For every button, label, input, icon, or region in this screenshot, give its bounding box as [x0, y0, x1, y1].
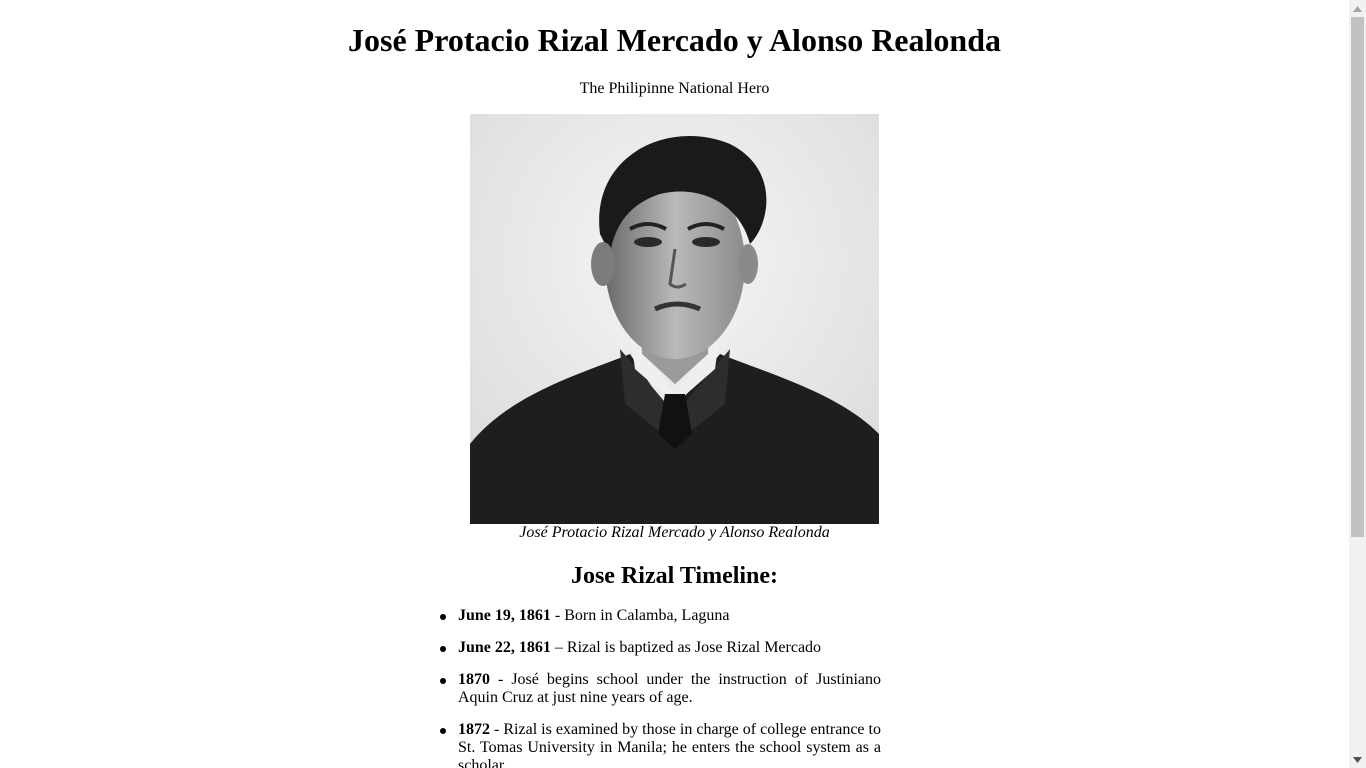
timeline-item: 1870 - José begins school under the inst…	[440, 671, 881, 707]
triangle-down-icon	[1353, 756, 1362, 763]
portrait-caption: José Protacio Rizal Mercado y Alonso Rea…	[519, 524, 830, 541]
portrait-figure: José Protacio Rizal Mercado y Alonso Rea…	[470, 114, 879, 541]
bullet-icon	[440, 614, 446, 620]
timeline-item: 1872 - Rizal is examined by those in cha…	[440, 721, 881, 768]
vertical-scrollbar[interactable]	[1349, 0, 1366, 768]
timeline-item: June 19, 1861 - Born in Calamba, Laguna	[440, 607, 881, 625]
timeline-text: - Born in Calamba, Laguna	[550, 607, 730, 624]
timeline-date: June 22, 1861	[458, 639, 551, 656]
timeline-date: 1870	[458, 671, 490, 688]
scroll-down-button[interactable]	[1349, 751, 1366, 768]
page-subtitle: The Philipinne National Hero	[579, 80, 770, 97]
bullet-icon	[440, 728, 446, 734]
timeline-heading: Jose Rizal Timeline:	[570, 563, 779, 589]
timeline-date: June 19, 1861	[458, 607, 551, 624]
timeline-item: June 22, 1861 – Rizal is baptized as Jos…	[440, 639, 881, 657]
triangle-up-icon	[1353, 5, 1362, 12]
timeline-date: 1872	[458, 721, 490, 738]
portrait-image	[470, 114, 879, 524]
bullet-icon	[440, 646, 446, 652]
bullet-icon	[440, 678, 446, 684]
scroll-thumb[interactable]	[1351, 17, 1364, 537]
timeline-text: – Rizal is baptized as Jose Rizal Mercad…	[550, 639, 822, 656]
timeline-text: - Rizal is examined by those in charge o…	[458, 721, 881, 768]
page-content: José Protacio Rizal Mercado y Alonso Rea…	[0, 0, 1349, 768]
timeline-list: June 19, 1861 - Born in Calamba, Laguna …	[440, 607, 881, 768]
timeline-text: - José begins school under the instructi…	[458, 671, 881, 706]
scroll-up-button[interactable]	[1349, 0, 1366, 17]
page-title: José Protacio Rizal Mercado y Alonso Rea…	[348, 22, 1001, 58]
